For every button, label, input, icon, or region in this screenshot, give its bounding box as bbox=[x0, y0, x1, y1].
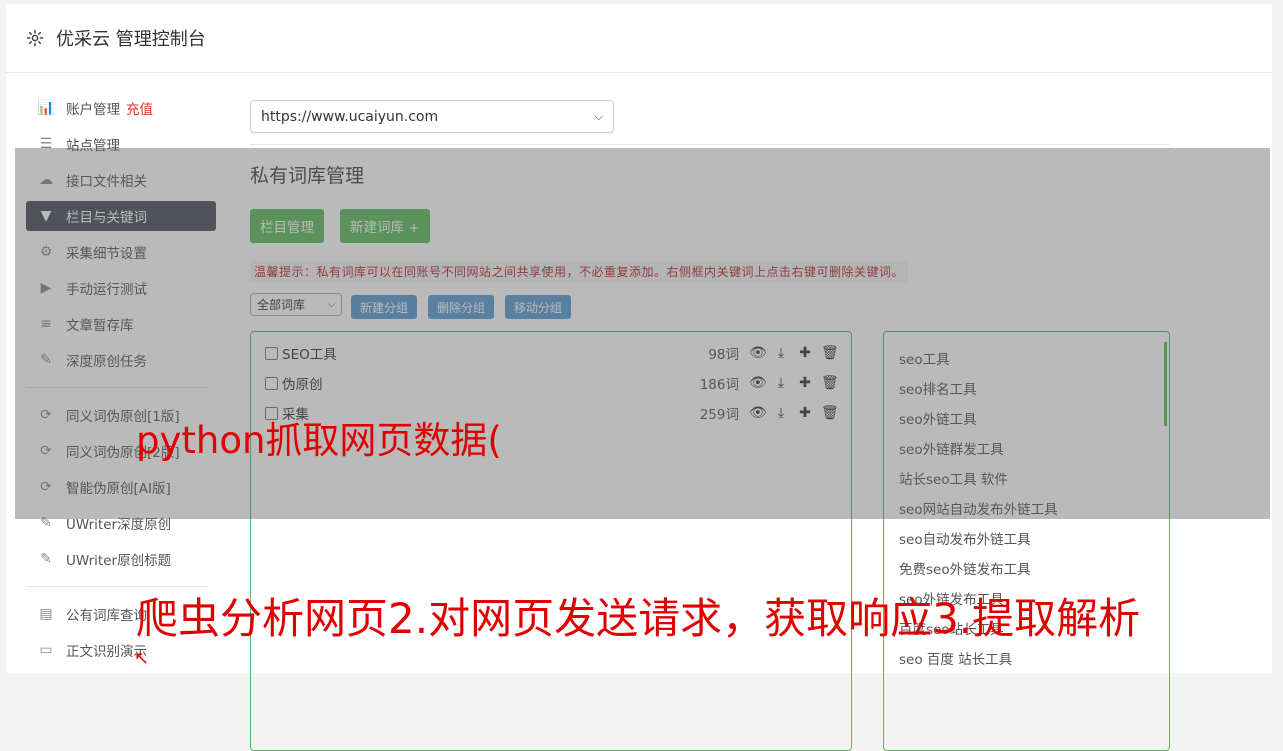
sidebar-item-label: 采集细节设置 bbox=[66, 246, 147, 262]
tip-text: 温馨提示：私有词库可以在同账号不同网站之间共享使用，不必重复添加。右侧框内关键词… bbox=[250, 261, 909, 282]
lexicon-name: SEO工具 bbox=[282, 347, 337, 363]
download-icon[interactable]: ⤓ bbox=[773, 345, 789, 361]
trash-icon[interactable]: 🗑 bbox=[821, 375, 839, 391]
app-title: 优采云 管理控制台 bbox=[56, 29, 206, 50]
keyword-item[interactable]: seo工具 bbox=[899, 348, 950, 368]
cloud-upload-icon: ☁ bbox=[39, 172, 53, 188]
main-panel: 📊 账户管理 充值 ☰ 站点管理 ☁ 接口文件相关 ▼ 栏目与关键词 ⚙ 采集细节设置 ▶ 手动运行测试… bbox=[6, 73, 1272, 751]
download-icon[interactable]: ⤓ bbox=[773, 375, 789, 391]
section-title: 私有词库管理 bbox=[250, 165, 365, 187]
lexicon-checkbox[interactable] bbox=[265, 376, 278, 390]
trash-icon[interactable]: 🗑 bbox=[821, 405, 839, 421]
caption-top: python抓取网页数据( bbox=[136, 419, 502, 462]
group-select-value: 全部词库 bbox=[257, 298, 306, 312]
sidebar-item-label: 接口文件相关 bbox=[66, 174, 147, 190]
arrow-icon: ↖ bbox=[134, 648, 150, 669]
sidebar-item-label: UWriter原创标题 bbox=[66, 553, 172, 569]
filter-icon: ▼ bbox=[40, 208, 52, 224]
keyword-item[interactable]: 免费seo外链发布工具 bbox=[899, 558, 1031, 578]
sidebar-item-label: 深度原创任务 bbox=[66, 354, 147, 370]
plus-icon[interactable]: ✚ bbox=[797, 405, 813, 421]
keyword-item[interactable]: seo自动发布外链工具 bbox=[899, 528, 1031, 548]
new-group-button[interactable]: 新建分组 bbox=[351, 295, 418, 319]
refresh-icon: ⟳ bbox=[40, 443, 52, 459]
recharge-link[interactable]: 充值 bbox=[126, 98, 153, 118]
eye-icon[interactable]: 👁 bbox=[749, 375, 767, 391]
sidebar-item-label: 账户管理 bbox=[66, 102, 120, 118]
group-select[interactable]: 全部词库 ⌵ bbox=[250, 293, 342, 316]
sidebar-item-10[interactable]: ⟳ 智能伪原创[AI版] bbox=[26, 472, 216, 502]
keyword-item[interactable]: seo网站自动发布外链工具 bbox=[899, 498, 1058, 518]
sidebar-item-label: 公有词库查询 bbox=[66, 608, 147, 624]
book-icon: ▤ bbox=[39, 606, 53, 622]
sidebar-item-label: 站点管理 bbox=[66, 138, 120, 154]
edit-icon: ✎ bbox=[40, 515, 52, 531]
sidebar-item-3[interactable]: ▼ 栏目与关键词 bbox=[26, 201, 216, 231]
sidebar-item-0[interactable]: 📊 账户管理 充值 bbox=[26, 93, 216, 123]
top-header: 优采云 管理控制台 bbox=[6, 4, 1272, 73]
cogs-icon: ⚙ bbox=[39, 244, 53, 260]
refresh-icon: ⟳ bbox=[40, 407, 52, 423]
edit-icon: ✎ bbox=[40, 352, 52, 368]
keyword-list: seo工具 seo排名工具 seo外链工具 seo外链群发工具 站长seo工具 软件 se… bbox=[883, 331, 1170, 751]
caption-bottom: 爬虫分析网页2.对网页发送请求，获取响应3.提取解析 bbox=[136, 594, 1141, 643]
scrollbar[interactable] bbox=[1164, 342, 1167, 426]
keyword-item[interactable]: seo外链工具 bbox=[899, 408, 977, 428]
sidebar-item-1[interactable]: ☰ 站点管理 bbox=[26, 129, 216, 159]
sidebar-item-4[interactable]: ⚙ 采集细节设置 bbox=[26, 237, 216, 267]
lexicon-name: 伪原创 bbox=[282, 377, 323, 393]
sidebar-item-11[interactable]: ✎ UWriter深度原创 bbox=[26, 508, 216, 538]
sidebar-item-12[interactable]: ✎ UWriter原创标题 bbox=[26, 544, 216, 574]
refresh-icon: ⟳ bbox=[40, 479, 52, 495]
lexicon-count: 98词 bbox=[708, 347, 739, 363]
divider bbox=[250, 144, 1170, 145]
keyword-item[interactable]: seo排名工具 bbox=[899, 378, 977, 398]
lexicon-list: SEO工具 98词 👁 ⤓ ✚ 🗑 伪原创 186词 👁 ⤓ ✚ 🗑 采集 259词 👁 ⤓ ✚ 🗑 bbox=[250, 331, 852, 751]
lexicon-checkbox[interactable] bbox=[265, 346, 278, 360]
plus-icon[interactable]: ✚ bbox=[797, 375, 813, 391]
bar-chart-icon: 📊 bbox=[37, 100, 55, 116]
chevron-down-icon: ⌵ bbox=[328, 299, 335, 310]
sidebar-item-7[interactable]: ✎ 深度原创任务 bbox=[26, 345, 216, 375]
download-icon[interactable]: ⤓ bbox=[773, 405, 789, 421]
lexicon-row: SEO工具 98词 👁 ⤓ ✚ 🗑 bbox=[265, 342, 839, 364]
sidebar-item-label: 智能伪原创[AI版] bbox=[66, 481, 171, 497]
new-lexicon-button[interactable]: 新建词库 + bbox=[340, 209, 430, 243]
eye-icon[interactable]: 👁 bbox=[749, 405, 767, 421]
edit-icon: ✎ bbox=[40, 551, 52, 567]
server-icon: ☰ bbox=[39, 136, 53, 152]
gear-icon bbox=[26, 28, 46, 48]
sidebar-item-label: 栏目与关键词 bbox=[66, 210, 147, 226]
sidebar-item-label: 手动运行测试 bbox=[66, 282, 147, 298]
sidebar-item-6[interactable]: ≡ 文章暂存库 bbox=[26, 309, 216, 339]
database-icon: ≡ bbox=[40, 316, 52, 332]
move-group-button[interactable]: 移动分组 bbox=[505, 295, 572, 319]
keyword-item[interactable]: 站长seo工具 软件 bbox=[899, 468, 1008, 488]
plus-icon[interactable]: ✚ bbox=[797, 345, 813, 361]
play-circle-icon: ▶ bbox=[40, 280, 52, 296]
keyword-item[interactable]: seo 百度 站长工具 bbox=[899, 648, 1012, 668]
chevron-down-icon: ⌵ bbox=[594, 109, 603, 123]
desktop-icon: ▭ bbox=[39, 642, 53, 658]
sidebar-item-2[interactable]: ☁ 接口文件相关 bbox=[26, 165, 216, 195]
sidebar-item-label: UWriter深度原创 bbox=[66, 517, 172, 533]
lexicon-count: 259词 bbox=[699, 407, 739, 423]
sidebar-divider bbox=[26, 387, 208, 388]
eye-icon[interactable]: 👁 bbox=[749, 345, 767, 361]
sidebar-item-5[interactable]: ▶ 手动运行测试 bbox=[26, 273, 216, 303]
site-select[interactable]: https://www.ucaiyun.com ⌵ bbox=[250, 100, 614, 133]
lexicon-count: 186词 bbox=[699, 377, 739, 393]
lexicon-row: 伪原创 186词 👁 ⤓ ✚ 🗑 bbox=[265, 372, 839, 394]
column-manage-button[interactable]: 栏目管理 bbox=[250, 209, 324, 243]
trash-icon[interactable]: 🗑 bbox=[821, 345, 839, 361]
sidebar-item-label: 文章暂存库 bbox=[66, 318, 134, 334]
site-select-value: https://www.ucaiyun.com bbox=[261, 108, 439, 125]
keyword-item[interactable]: seo外链群发工具 bbox=[899, 438, 1004, 458]
delete-group-button[interactable]: 删除分组 bbox=[428, 295, 495, 319]
